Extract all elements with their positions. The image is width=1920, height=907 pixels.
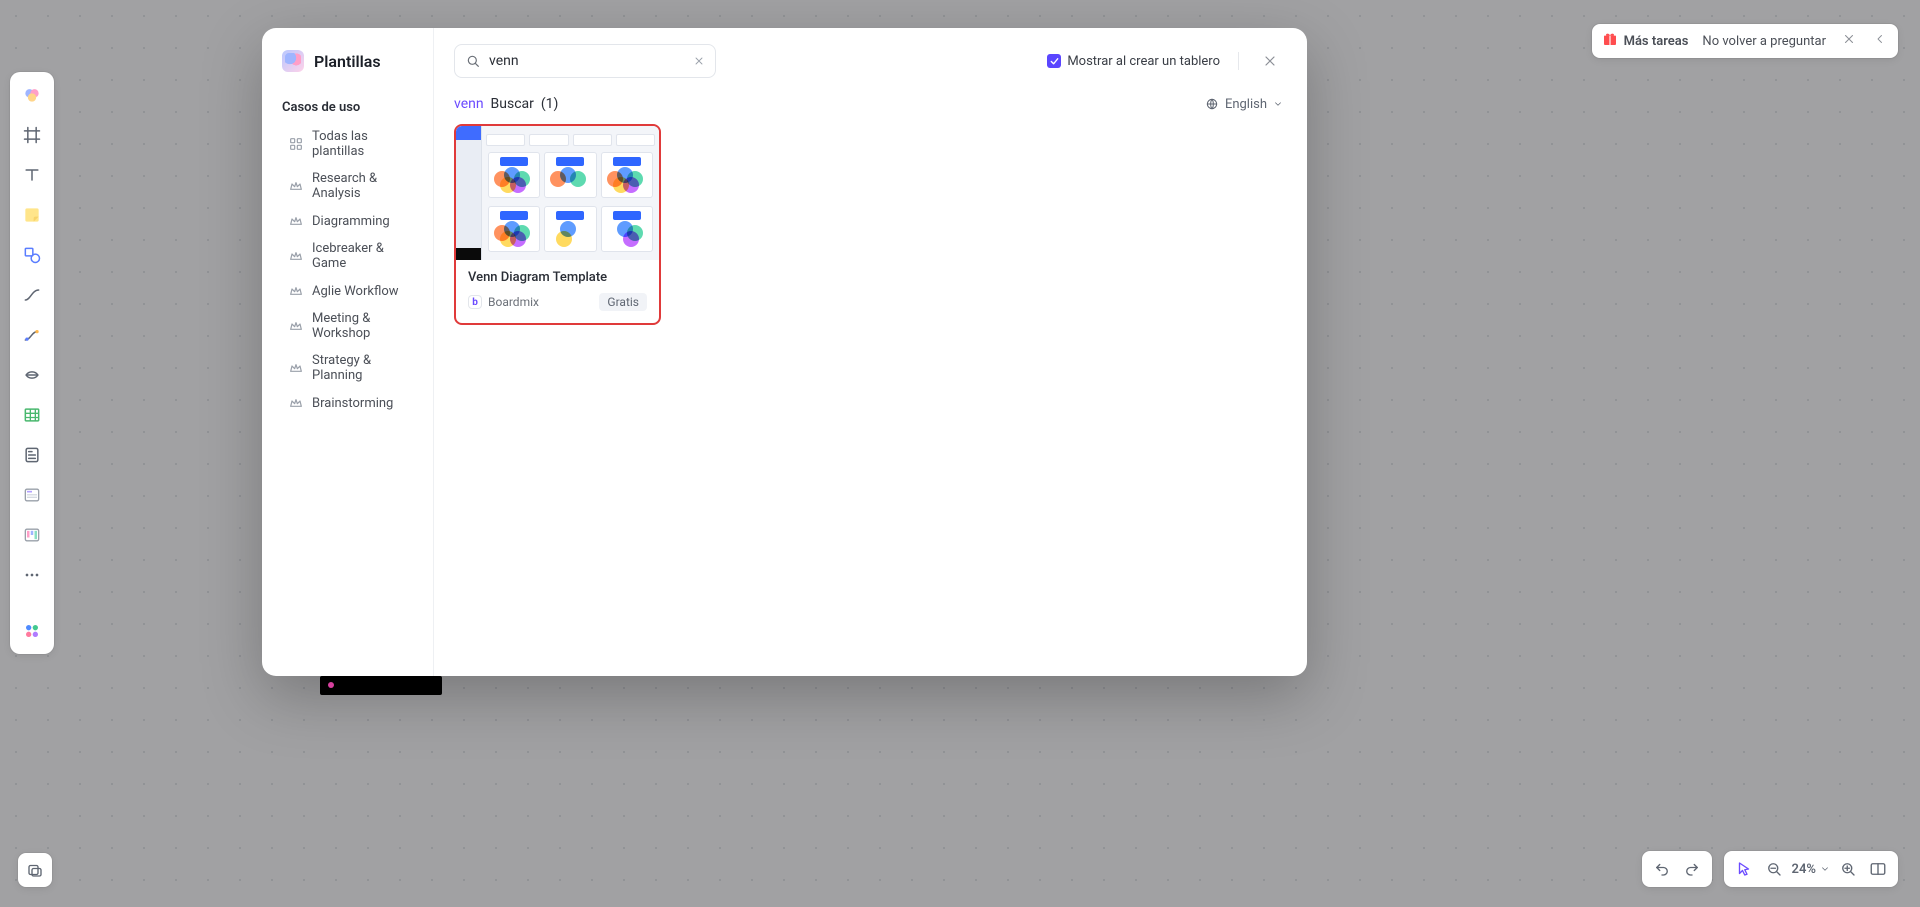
price-badge: Gratis — [599, 293, 647, 311]
category-brainstorming[interactable]: Brainstorming — [282, 389, 423, 417]
top-notice-bar: Más tareas No volver a preguntar — [1592, 24, 1898, 58]
category-label: Meeting & Workshop — [312, 311, 417, 341]
history-group — [1642, 851, 1712, 887]
show-on-create-toggle[interactable]: Mostrar al crear un tablero — [1047, 54, 1220, 69]
search-clear-button[interactable] — [693, 52, 705, 71]
results-count: (1) — [541, 96, 559, 112]
close-modal-button[interactable] — [1257, 48, 1283, 74]
template-thumbnail — [456, 126, 659, 260]
category-label: Diagramming — [312, 214, 390, 229]
tool-shape[interactable] — [17, 240, 47, 270]
tool-text[interactable] — [17, 160, 47, 190]
category-icebreaker[interactable]: Icebreaker & Game — [282, 235, 423, 277]
tool-more[interactable] — [17, 560, 47, 590]
chevron-down-icon — [1273, 99, 1283, 109]
crown-icon — [288, 248, 304, 264]
boardmix-logo-icon: b — [468, 295, 482, 309]
sidebar-section-label: Casos de uso — [282, 100, 423, 115]
more-tasks-link[interactable]: Más tareas — [1624, 34, 1689, 49]
category-label: Research & Analysis — [312, 171, 417, 201]
layers-button[interactable] — [18, 853, 52, 887]
template-author-label: Boardmix — [488, 295, 539, 309]
category-research[interactable]: Research & Analysis — [282, 165, 423, 207]
results-keyword: venn — [454, 96, 484, 112]
search-icon — [465, 53, 481, 69]
canvas-object — [320, 676, 442, 695]
notice-close-button[interactable] — [1840, 30, 1858, 52]
tool-templates[interactable] — [17, 80, 47, 110]
minimap-button[interactable] — [1866, 857, 1890, 881]
bottom-controls: 24% — [1642, 851, 1898, 887]
template-author: b Boardmix — [468, 295, 539, 309]
category-label: Strategy & Planning — [312, 353, 417, 383]
tool-sticky[interactable] — [17, 200, 47, 230]
category-label: Brainstorming — [312, 396, 393, 411]
dont-ask-link[interactable]: No volver a preguntar — [1702, 34, 1826, 49]
template-card[interactable]: Venn Diagram Template b Boardmix Gratis — [454, 124, 661, 325]
redo-button[interactable] — [1680, 857, 1704, 881]
crown-icon — [288, 283, 304, 299]
category-all[interactable]: Todas las plantillas — [282, 123, 423, 165]
templates-logo-icon — [282, 50, 304, 72]
modal-content: Mostrar al crear un tablero venn Buscar … — [434, 28, 1307, 676]
tool-table[interactable] — [17, 400, 47, 430]
template-title: Venn Diagram Template — [468, 270, 647, 285]
category-meeting[interactable]: Meeting & Workshop — [282, 305, 423, 347]
tool-list[interactable] — [17, 480, 47, 510]
tool-connector[interactable] — [17, 280, 47, 310]
crown-icon — [288, 213, 304, 229]
crown-icon — [288, 318, 304, 334]
tool-apps[interactable] — [17, 616, 47, 646]
chevron-down-icon — [1820, 864, 1830, 874]
zoom-level-label: 24% — [1792, 862, 1816, 877]
language-select[interactable]: English — [1205, 97, 1283, 112]
modal-sidebar: Plantillas Casos de uso Todas las planti… — [262, 28, 434, 676]
language-label: English — [1225, 97, 1267, 112]
tool-doc[interactable] — [17, 440, 47, 470]
tool-pen[interactable] — [17, 320, 47, 350]
zoom-out-button[interactable] — [1762, 857, 1786, 881]
tool-mindmap[interactable] — [17, 360, 47, 390]
category-label: Icebreaker & Game — [312, 241, 417, 271]
crown-icon — [288, 360, 304, 376]
crown-icon — [288, 178, 304, 194]
tool-frame[interactable] — [17, 120, 47, 150]
checkbox-checked-icon — [1047, 54, 1061, 68]
show-on-create-label: Mostrar al crear un tablero — [1067, 54, 1220, 69]
modal-title: Plantillas — [314, 52, 381, 71]
divider — [1238, 52, 1239, 70]
category-agile[interactable]: Aglie Workflow — [282, 277, 423, 305]
category-label: Aglie Workflow — [312, 284, 399, 299]
cursor-mode-button[interactable] — [1732, 857, 1756, 881]
globe-icon — [1205, 97, 1219, 111]
undo-button[interactable] — [1650, 857, 1674, 881]
crown-icon — [288, 395, 304, 411]
view-group: 24% — [1724, 851, 1898, 887]
templates-modal: Plantillas Casos de uso Todas las planti… — [262, 28, 1307, 676]
grid-icon — [288, 136, 304, 152]
category-diagramming[interactable]: Diagramming — [282, 207, 423, 235]
search-input[interactable] — [489, 53, 685, 69]
category-label: Todas las plantillas — [312, 129, 417, 159]
category-strategy[interactable]: Strategy & Planning — [282, 347, 423, 389]
search-box — [454, 44, 716, 78]
zoom-in-button[interactable] — [1836, 857, 1860, 881]
results-summary: venn Buscar (1) — [454, 96, 558, 112]
results-label: Buscar — [491, 96, 534, 112]
gift-icon — [1602, 31, 1618, 51]
zoom-level-dropdown[interactable]: 24% — [1792, 862, 1830, 877]
tool-kanban[interactable] — [17, 520, 47, 550]
left-toolbar — [10, 72, 54, 654]
notice-collapse-button[interactable] — [1872, 30, 1888, 52]
